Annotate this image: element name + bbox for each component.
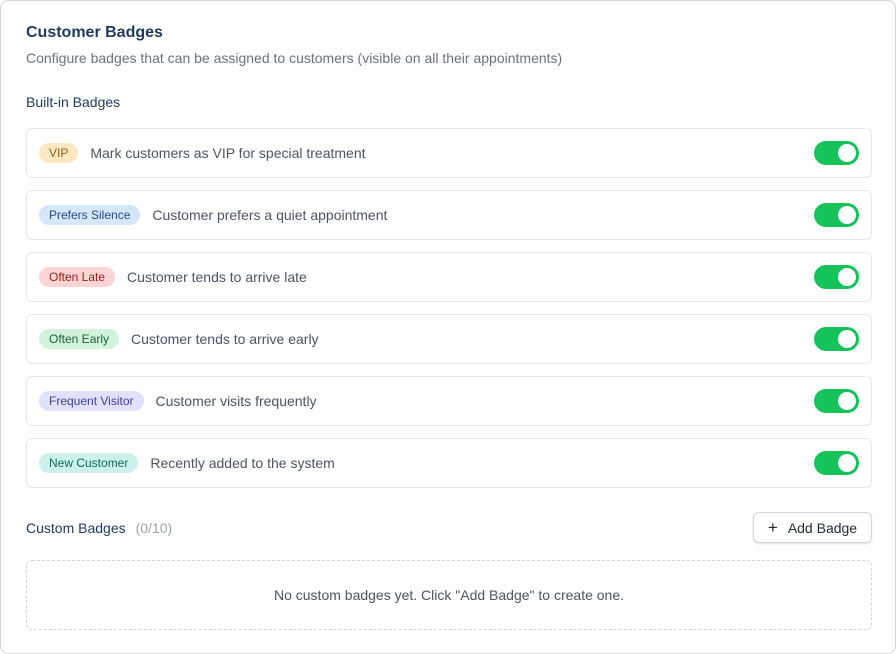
badge-row: VIP Mark customers as VIP for special tre…: [26, 128, 872, 178]
add-badge-button[interactable]: + Add Badge: [753, 512, 872, 543]
badge-description: Customer tends to arrive late: [127, 269, 307, 285]
badge-pill: Often Early: [39, 329, 120, 349]
badge-description: Mark customers as VIP for special treatm…: [90, 145, 366, 161]
toggle-knob: [838, 206, 856, 224]
toggle-knob: [838, 454, 856, 472]
badge-pill: New Customer: [39, 453, 139, 473]
customer-badges-card: Customer Badges Configure badges that ca…: [0, 0, 896, 654]
badge-pill: Often Late: [39, 267, 116, 287]
custom-badges-count: (0/10): [135, 520, 173, 536]
badge-description: Customer prefers a quiet appointment: [152, 207, 388, 223]
toggle-knob: [838, 330, 856, 348]
badge-enabled-toggle[interactable]: [814, 451, 859, 475]
badge-pill: Prefers Silence: [39, 205, 141, 225]
badge-description: Customer visits frequently: [155, 393, 317, 409]
badge-description: Recently added to the system: [150, 455, 335, 471]
badge-row: Often Early Customer tends to arrive earl…: [26, 314, 872, 364]
page-subtitle: Configure badges that can be assigned to…: [26, 50, 563, 66]
badge-row: New Customer Recently added to the system: [26, 438, 872, 488]
empty-state-text: No custom badges yet. Click "Add Badge" …: [273, 587, 625, 603]
badge-row: Often Late Customer tends to arrive late: [26, 252, 872, 302]
custom-badges-label: Custom Badges: [26, 520, 126, 536]
toggle-knob: [838, 144, 856, 162]
plus-icon: +: [767, 518, 778, 537]
badge-enabled-toggle[interactable]: [814, 389, 859, 413]
badge-row: Prefers Silence Customer prefers a quiet …: [26, 190, 872, 240]
builtin-badges-list: VIP Mark customers as VIP for special tre…: [26, 128, 872, 500]
page-title: Customer Badges: [26, 24, 163, 41]
builtin-badges-heading: Built-in Badges: [26, 94, 121, 110]
add-badge-label: Add Badge: [787, 519, 858, 536]
badge-enabled-toggle[interactable]: [814, 265, 859, 289]
badge-enabled-toggle[interactable]: [814, 203, 859, 227]
custom-badges-heading: Custom Badges (0/10): [26, 520, 172, 536]
toggle-knob: [838, 392, 856, 410]
badge-pill: Frequent Visitor: [39, 391, 144, 411]
badge-row: Frequent Visitor Customer visits frequent…: [26, 376, 872, 426]
toggle-knob: [838, 268, 856, 286]
badge-enabled-toggle[interactable]: [814, 327, 859, 351]
badge-description: Customer tends to arrive early: [131, 331, 319, 347]
custom-badges-empty-state: No custom badges yet. Click "Add Badge" …: [26, 560, 872, 630]
badge-pill: VIP: [39, 143, 79, 163]
badge-enabled-toggle[interactable]: [814, 141, 859, 165]
